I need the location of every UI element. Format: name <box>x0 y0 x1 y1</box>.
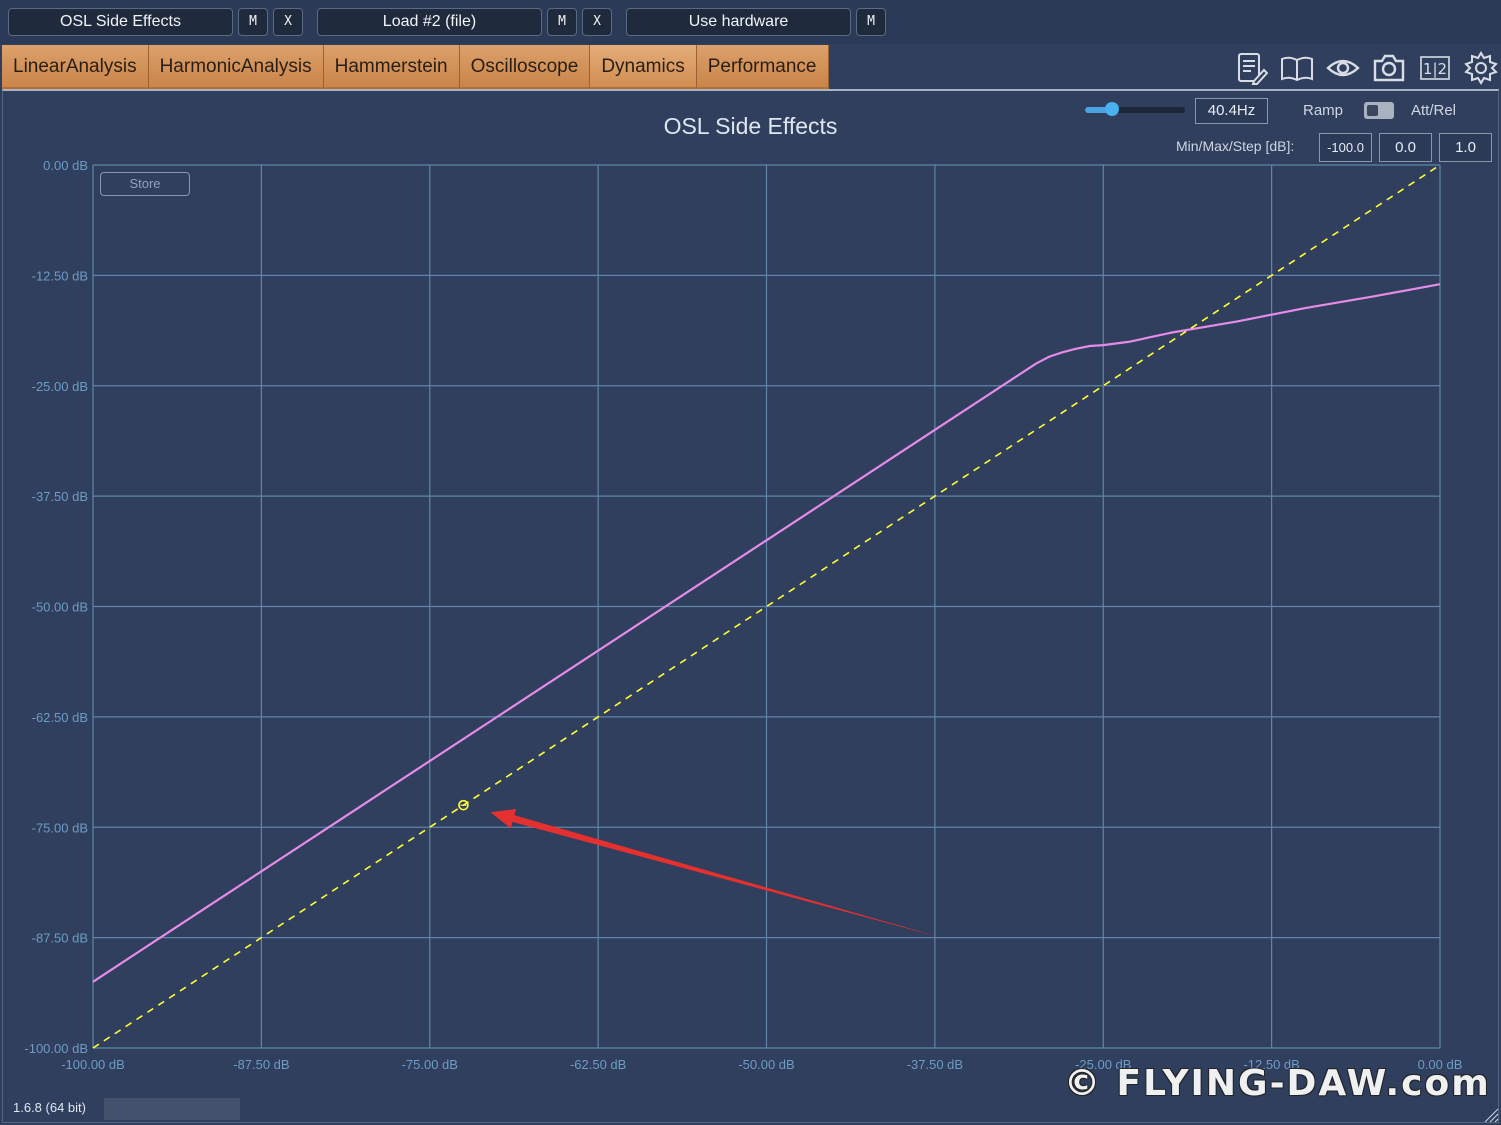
y-tick-label: -25.00 dB <box>32 379 88 394</box>
resize-grip-icon[interactable] <box>1483 1107 1499 1123</box>
x-tick-label: -87.50 dB <box>233 1057 289 1072</box>
y-tick-label: 0.00 dB <box>43 158 88 173</box>
x-tick-label: -75.00 dB <box>402 1057 458 1072</box>
watermark: © FLYING-DAW.com <box>1064 1063 1491 1104</box>
y-tick-label: -100.00 dB <box>24 1041 88 1056</box>
y-tick-label: -50.00 dB <box>32 600 88 615</box>
annotation-arrow <box>490 809 942 938</box>
y-tick-label: -12.50 dB <box>32 268 88 283</box>
store-button[interactable]: Store <box>100 172 190 196</box>
y-tick-label: -75.00 dB <box>32 820 88 835</box>
version-label: 1.6.8 (64 bit) <box>13 1100 86 1115</box>
transfer-chart: -100.00 dB -87.50 dB -75.00 dB -62.50 dB -50… <box>24 158 1462 1072</box>
x-tick-label: -37.50 dB <box>907 1057 963 1072</box>
x-tick-label: -100.00 dB <box>61 1057 125 1072</box>
blurred-info <box>104 1098 240 1120</box>
y-tick-label: -37.50 dB <box>32 489 88 504</box>
x-tick-label: -50.00 dB <box>738 1057 794 1072</box>
y-tick-label: -87.50 dB <box>32 931 88 946</box>
x-tick-label: -62.50 dB <box>570 1057 626 1072</box>
y-tick-label: -62.50 dB <box>32 710 88 725</box>
